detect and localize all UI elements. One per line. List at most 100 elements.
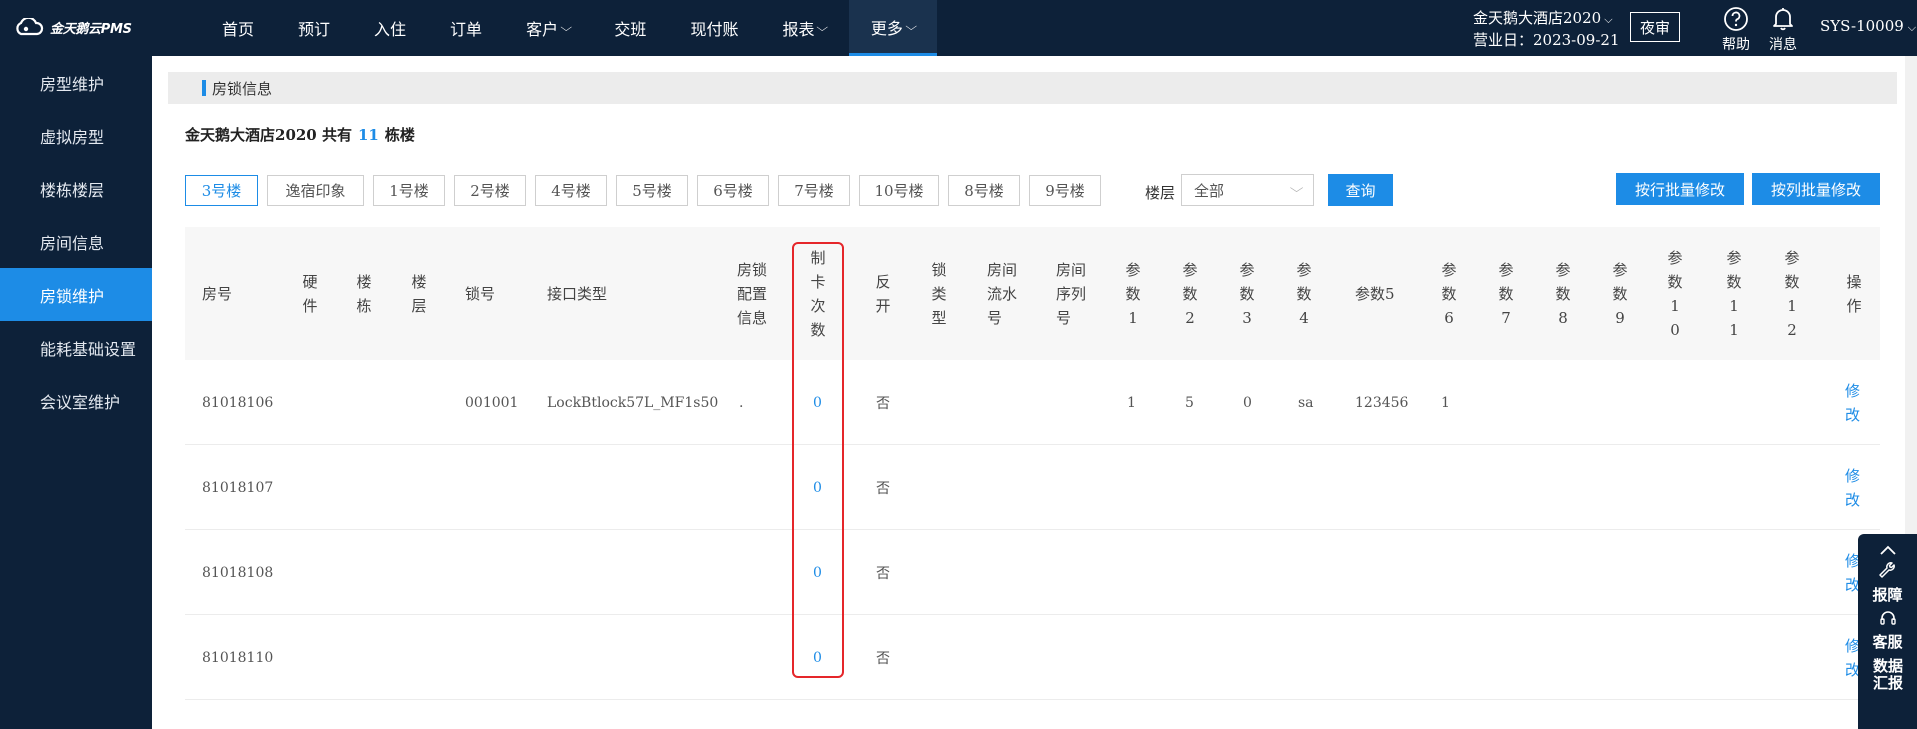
chevron-down-icon: ⌵ bbox=[1289, 181, 1304, 195]
cell-room-no: 81018106 bbox=[202, 394, 274, 411]
building-tab[interactable]: 4号楼 bbox=[535, 175, 607, 206]
messages-button[interactable]: 消息 bbox=[1763, 4, 1803, 54]
col-floor: 楼层 bbox=[411, 272, 427, 315]
sidebar-item-label: 楼栋楼层 bbox=[40, 180, 105, 200]
cell-room-no: 81018108 bbox=[202, 564, 274, 581]
nav-label: 报表 bbox=[782, 20, 815, 39]
nav-orders[interactable]: 订单 bbox=[428, 0, 504, 56]
night-audit-button[interactable]: 夜审 bbox=[1630, 12, 1680, 42]
cell-reverse-open: 否 bbox=[876, 650, 890, 667]
sidebar: 房型维护 虚拟房型 楼栋楼层 房间信息 房锁维护 能耗基础设置 会议室维护 bbox=[0, 56, 152, 729]
data-report-button[interactable]: 数据汇报 bbox=[1872, 658, 1904, 692]
nav-customers[interactable]: 客户 ⌵ bbox=[504, 0, 592, 56]
nav-reports[interactable]: 报表 ⌵ bbox=[760, 0, 848, 56]
col-actions: 操作 bbox=[1846, 272, 1862, 315]
batch-edit-column-button[interactable]: 按列批量修改 bbox=[1752, 173, 1880, 205]
col-room-serial: 房间流水号 bbox=[987, 260, 1018, 327]
card-count-link[interactable]: 0 bbox=[813, 360, 822, 445]
help-label: 帮助 bbox=[1722, 37, 1750, 53]
cell-room-no: 81018110 bbox=[202, 649, 274, 666]
customer-service-button[interactable]: 客服 bbox=[1858, 609, 1917, 652]
sidebar-item-virtual-room-type[interactable]: 虚拟房型 bbox=[0, 109, 152, 162]
table-row: 81018106 001001 LockBtlock57L_MF1s50 . 0… bbox=[185, 360, 1880, 445]
col-param5: 参数5 bbox=[1355, 284, 1395, 303]
sidebar-item-room-type[interactable]: 房型维护 bbox=[0, 56, 152, 109]
cell-interface-type: LockBtlock57L_MF1s50 bbox=[547, 394, 719, 411]
bell-icon bbox=[1773, 8, 1793, 31]
floor-select[interactable]: 全部 ⌵ bbox=[1181, 174, 1314, 206]
card-count-link[interactable]: 0 bbox=[813, 530, 822, 615]
col-building: 楼栋 bbox=[356, 272, 372, 315]
nav-home[interactable]: 首页 bbox=[200, 0, 276, 56]
card-count-link[interactable]: 0 bbox=[813, 445, 822, 530]
nav-more[interactable]: 更多 ⌵ bbox=[848, 0, 938, 56]
cell-param1: 1 bbox=[1127, 394, 1136, 411]
query-button[interactable]: 查询 bbox=[1328, 174, 1393, 206]
hotel-selector[interactable]: 金天鹅大酒店2020 ⌵ 营业日：2023-09-21 bbox=[1473, 8, 1620, 50]
sidebar-item-meeting-room[interactable]: 会议室维护 bbox=[0, 374, 152, 427]
chevron-down-icon: ⌵ bbox=[1604, 13, 1613, 26]
cell-reverse-open: 否 bbox=[876, 480, 890, 497]
sidebar-item-room-lock[interactable]: 房锁维护 bbox=[0, 268, 152, 321]
edit-link[interactable]: 修改 bbox=[1845, 360, 1861, 445]
cell-reverse-open: 否 bbox=[876, 395, 890, 412]
col-param11: 参数11 bbox=[1726, 248, 1742, 339]
sidebar-item-label: 会议室维护 bbox=[40, 392, 121, 412]
nav-reservation[interactable]: 预订 bbox=[276, 0, 352, 56]
collapse-button[interactable] bbox=[1858, 534, 1917, 560]
help-button[interactable]: 帮助 bbox=[1716, 4, 1756, 54]
help-icon bbox=[1724, 7, 1748, 31]
building-tab[interactable]: 3号楼 bbox=[185, 175, 258, 206]
chevron-up-icon bbox=[1879, 545, 1896, 555]
building-tab[interactable]: 8号楼 bbox=[948, 175, 1020, 206]
card-count-link[interactable]: 0 bbox=[813, 615, 822, 700]
table-row: 81018107 0 否 修改 bbox=[185, 445, 1880, 530]
nav-label: 现付账 bbox=[690, 20, 739, 39]
report-issue-button[interactable]: 报障 bbox=[1858, 562, 1917, 605]
table-row: 81018110 0 否 修改 bbox=[185, 615, 1880, 700]
sidebar-item-energy-settings[interactable]: 能耗基础设置 bbox=[0, 321, 152, 374]
building-tab[interactable]: 5号楼 bbox=[616, 175, 688, 206]
building-tab[interactable]: 6号楼 bbox=[697, 175, 769, 206]
cell-param4: sa bbox=[1298, 394, 1314, 411]
nav-cash-account[interactable]: 现付账 bbox=[668, 0, 760, 56]
col-param8: 参数8 bbox=[1555, 260, 1571, 327]
sidebar-item-label: 能耗基础设置 bbox=[40, 339, 137, 359]
col-param6: 参数6 bbox=[1441, 260, 1457, 327]
cell-lock-config: . bbox=[739, 394, 744, 411]
col-param1: 参数1 bbox=[1125, 260, 1141, 327]
col-param10: 参数10 bbox=[1667, 248, 1683, 339]
building-tab[interactable]: 9号楼 bbox=[1029, 175, 1101, 206]
cell-param5: 123456 bbox=[1355, 394, 1409, 411]
building-tab[interactable]: 逸宿印象 bbox=[267, 175, 364, 206]
floor-label: 楼层 bbox=[1145, 184, 1176, 202]
sidebar-item-room-info[interactable]: 房间信息 bbox=[0, 215, 152, 268]
app-logo[interactable]: 金天鹅云PMS bbox=[14, 16, 132, 38]
building-summary: 金天鹅大酒店2020 共有 11 栋楼 bbox=[185, 124, 415, 145]
edit-link[interactable]: 修改 bbox=[1845, 445, 1861, 530]
col-param2: 参数2 bbox=[1182, 260, 1198, 327]
cloud-logo-icon bbox=[16, 18, 44, 36]
building-tab[interactable]: 1号楼 bbox=[373, 175, 445, 206]
sidebar-item-building-floor[interactable]: 楼栋楼层 bbox=[0, 162, 152, 215]
col-param9: 参数9 bbox=[1612, 260, 1628, 327]
chevron-down-icon: ⌵ bbox=[905, 19, 917, 33]
batch-edit-row-button[interactable]: 按行批量修改 bbox=[1616, 173, 1744, 205]
section-marker bbox=[202, 80, 206, 96]
building-tab[interactable]: 10号楼 bbox=[859, 175, 939, 206]
cell-reverse-open: 否 bbox=[876, 565, 890, 582]
nav-label: 首页 bbox=[222, 20, 255, 39]
chevron-down-icon: ⌵ bbox=[560, 21, 573, 34]
report-issue-label: 报障 bbox=[1872, 586, 1903, 604]
user-menu[interactable]: SYS-10009 ⌵ bbox=[1820, 17, 1916, 35]
building-tab[interactable]: 7号楼 bbox=[778, 175, 850, 206]
hotel-name: 金天鹅大酒店2020 bbox=[1473, 9, 1602, 27]
table-row: 81018108 0 否 修改 bbox=[185, 530, 1880, 615]
sidebar-item-label: 房间信息 bbox=[40, 233, 105, 253]
nav-shift[interactable]: 交班 bbox=[592, 0, 668, 56]
nav-checkin[interactable]: 入住 bbox=[352, 0, 428, 56]
col-param4: 参数4 bbox=[1296, 260, 1312, 327]
logo-text: 金天鹅云PMS bbox=[50, 21, 132, 37]
col-interface-type: 接口类型 bbox=[547, 284, 608, 303]
building-tab[interactable]: 2号楼 bbox=[454, 175, 526, 206]
